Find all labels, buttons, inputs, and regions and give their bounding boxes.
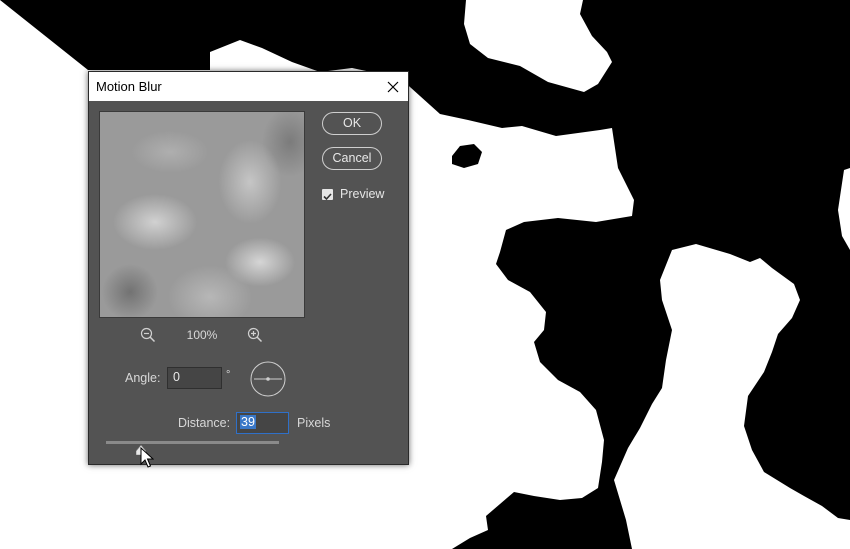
angle-label: Angle:: [125, 371, 161, 385]
cancel-button[interactable]: Cancel: [322, 147, 382, 170]
distance-unit: Pixels: [297, 416, 331, 430]
ok-button[interactable]: OK: [322, 112, 382, 135]
angle-dial-icon[interactable]: [250, 361, 286, 397]
angle-input[interactable]: 0: [167, 367, 222, 389]
dialog-title: Motion Blur: [96, 79, 162, 94]
preview-zoom-controls: 100%: [99, 325, 305, 345]
dialog-titlebar[interactable]: Motion Blur: [89, 72, 408, 101]
checkmark-icon: [323, 193, 332, 201]
close-icon: [387, 81, 399, 92]
mouse-cursor-icon: [140, 447, 154, 468]
distance-label: Distance:: [178, 416, 231, 430]
zoom-out-icon[interactable]: [140, 327, 156, 343]
close-button[interactable]: [378, 72, 408, 101]
angle-unit: °: [226, 369, 231, 381]
zoom-in-icon[interactable]: [247, 327, 263, 343]
preview-checkbox[interactable]: [322, 189, 333, 201]
distance-input[interactable]: 39: [236, 412, 289, 434]
motion-blur-dialog: Motion Blur 100% OK Cancel Preview Angle…: [88, 71, 409, 465]
preview-label[interactable]: Preview: [340, 187, 384, 201]
zoom-level: 100%: [186, 328, 218, 342]
distance-value-selected: 39: [240, 415, 256, 429]
distance-slider-track[interactable]: [106, 441, 279, 444]
filter-preview-image[interactable]: [99, 111, 305, 318]
